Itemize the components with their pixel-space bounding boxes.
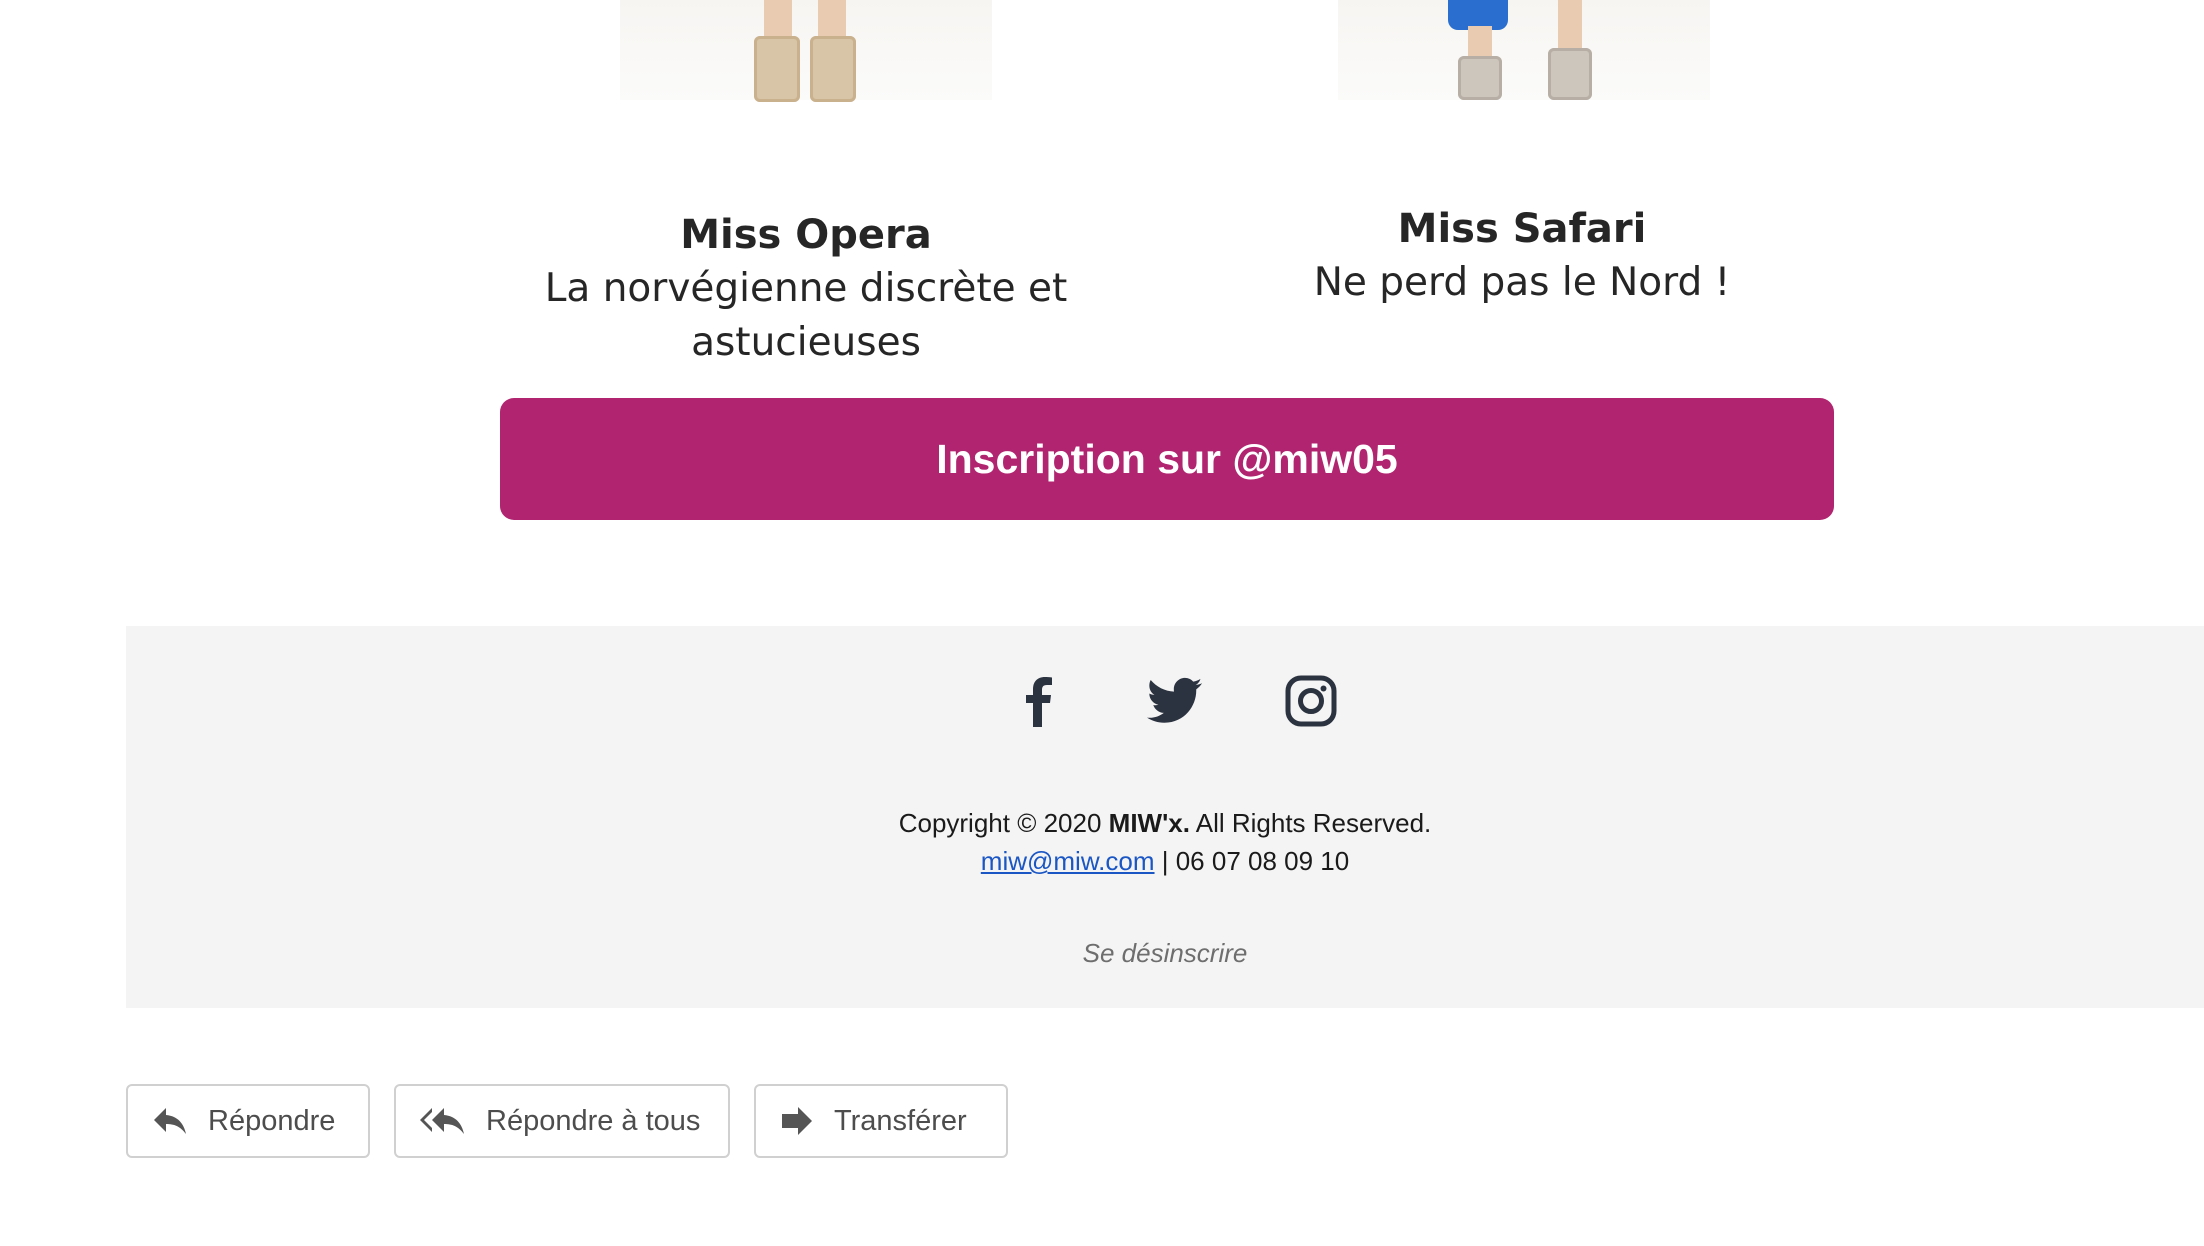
email-link[interactable]: miw@miw.com <box>981 846 1155 876</box>
reply-icon <box>152 1106 188 1136</box>
product-card-miss-safari: Miss Safari Ne perd pas le Nord ! <box>1256 202 1788 310</box>
sandal-left <box>754 36 800 102</box>
product-description: Ne perd pas le Nord ! <box>1313 260 1731 305</box>
product-image-miss-opera[interactable] <box>620 0 992 102</box>
email-footer: Copyright © 2020 MIW'x. All Rights Reser… <box>126 626 2204 1008</box>
unsubscribe-link[interactable]: Se désinscrire <box>126 938 2204 969</box>
product-card-miss-opera: Miss Opera La norvégienne discrète et as… <box>540 208 1072 370</box>
sandal-right <box>810 36 856 102</box>
sandal-left <box>1458 56 1502 100</box>
product-description: La norvégienne discrète et astucieuses <box>544 266 1068 365</box>
phone-number: 06 07 08 09 10 <box>1175 846 1350 876</box>
reply-all-label: Répondre à tous <box>486 1104 701 1137</box>
contact-separator: | <box>1154 846 1176 876</box>
copyright-line: Copyright © 2020 MIW'x. All Rights Reser… <box>126 804 2204 842</box>
product-image-miss-safari[interactable] <box>1338 0 1710 100</box>
instagram-icon <box>1285 675 1337 727</box>
copyright-suffix: All Rights Reserved. <box>1189 808 1432 838</box>
reply-all-icon <box>420 1106 466 1136</box>
reply-all-button[interactable]: Répondre à tous <box>394 1084 730 1158</box>
forward-button[interactable]: Transférer <box>754 1084 1008 1158</box>
sandal-right <box>1548 48 1592 100</box>
product-name: Miss Safari <box>1397 206 1647 252</box>
copyright-block: Copyright © 2020 MIW'x. All Rights Reser… <box>126 804 2204 880</box>
brand-name: MIW'x. <box>1108 808 1190 838</box>
forward-icon <box>780 1106 814 1136</box>
instagram-link[interactable] <box>1276 666 1346 736</box>
facebook-link[interactable] <box>1004 666 1074 736</box>
twitter-link[interactable] <box>1140 666 1210 736</box>
product-name: Miss Opera <box>680 212 932 258</box>
cta-label: Inscription sur @miw05 <box>936 435 1398 482</box>
copyright-prefix: Copyright © 2020 <box>898 808 1109 838</box>
social-links <box>126 666 2204 736</box>
reply-button[interactable]: Répondre <box>126 1084 370 1158</box>
forward-label: Transférer <box>834 1104 967 1137</box>
reply-label: Répondre <box>208 1104 336 1137</box>
signup-cta-button[interactable]: Inscription sur @miw05 <box>500 398 1834 520</box>
facebook-icon <box>1026 677 1052 727</box>
email-view: Miss Opera La norvégienne discrète et as… <box>0 0 2204 1246</box>
twitter-icon <box>1147 677 1203 723</box>
contact-line: miw@miw.com | 06 07 08 09 10 <box>126 842 2204 880</box>
